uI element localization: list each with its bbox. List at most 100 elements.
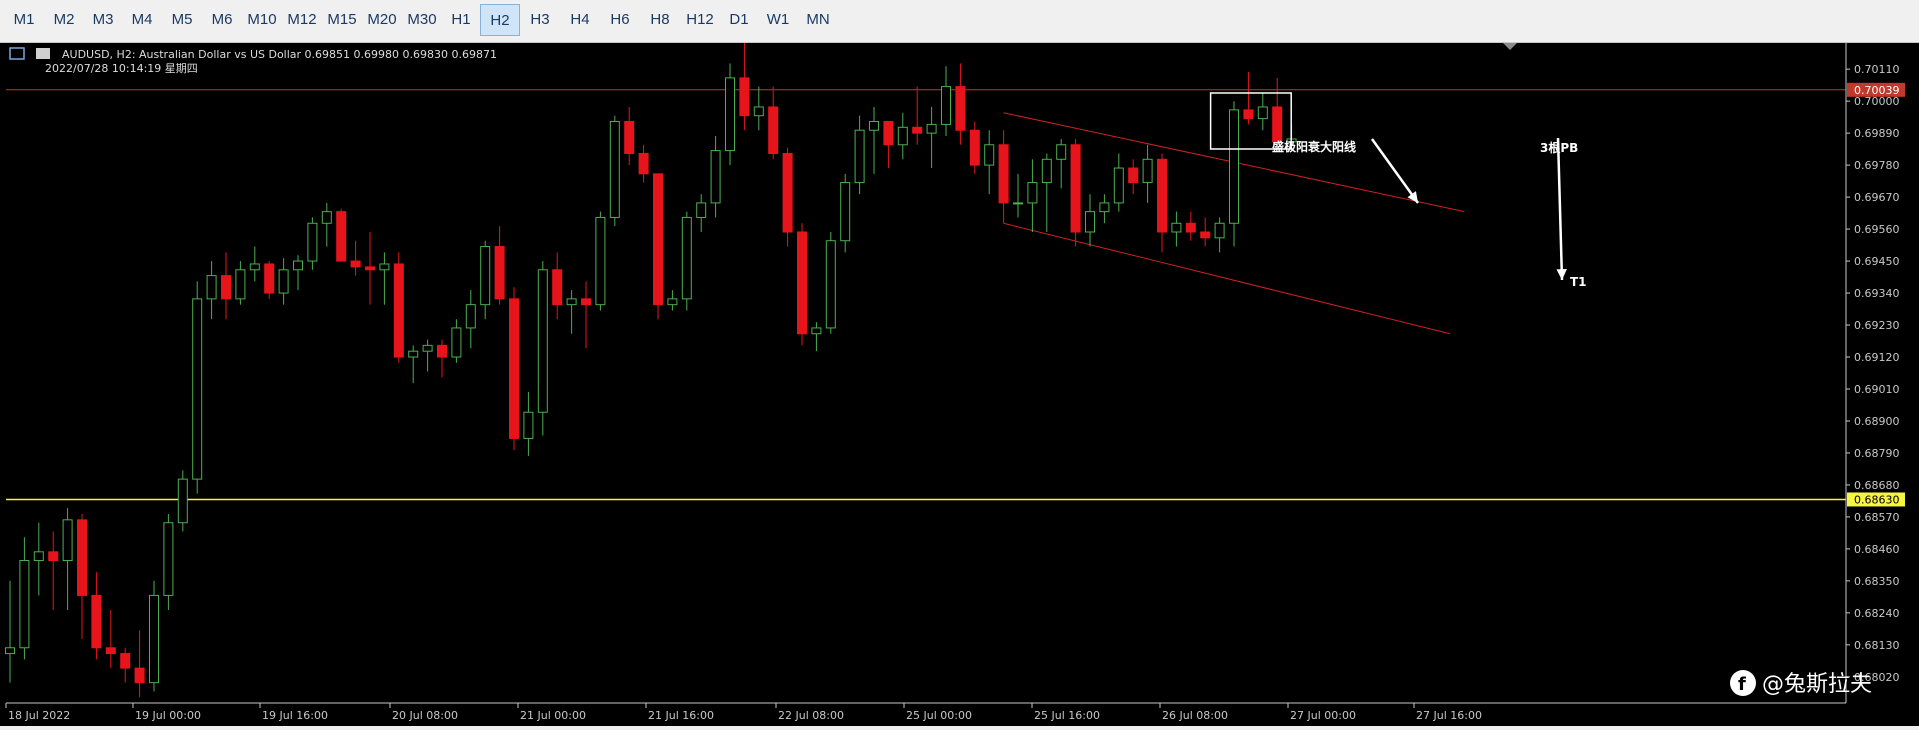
candle bbox=[307, 217, 318, 270]
candle bbox=[1070, 138, 1081, 247]
bear-candle-body bbox=[739, 77, 750, 117]
bear-candle-body bbox=[221, 275, 231, 300]
timeframe-mn[interactable]: MN bbox=[798, 4, 838, 36]
candle bbox=[595, 211, 606, 311]
candle bbox=[1013, 173, 1023, 218]
bull-candle-body bbox=[1099, 202, 1110, 213]
bear-candle-body bbox=[768, 106, 779, 154]
bull-candle-body bbox=[192, 298, 203, 480]
timeframe-d1[interactable]: D1 bbox=[720, 4, 758, 36]
timeframe-m3[interactable]: M3 bbox=[84, 4, 122, 36]
timeframe-m6[interactable]: M6 bbox=[202, 4, 242, 36]
price-tick-label: 0.68570 bbox=[1854, 511, 1900, 524]
bull-candle-body bbox=[811, 327, 822, 335]
timeframe-w1[interactable]: W1 bbox=[758, 4, 798, 36]
bull-candle-body bbox=[408, 350, 419, 358]
price-tick-label: 0.68130 bbox=[1854, 639, 1900, 652]
candle bbox=[278, 258, 289, 305]
timeframe-h3[interactable]: H3 bbox=[520, 4, 560, 36]
timeframe-h12[interactable]: H12 bbox=[680, 4, 720, 36]
price-chart[interactable]: 0.70110 0.70000 0.69890 0.69780 0.69670 0.695… bbox=[0, 43, 1919, 726]
bull-candle-body bbox=[235, 269, 246, 300]
bear-candle-body bbox=[998, 144, 1009, 204]
candle bbox=[1099, 194, 1110, 224]
bull-candle-body bbox=[1142, 158, 1153, 184]
candle bbox=[1041, 153, 1052, 232]
timeframe-h6[interactable]: H6 bbox=[600, 4, 640, 36]
time-tick-label: 26 Jul 08:00 bbox=[1162, 709, 1228, 722]
candle bbox=[494, 226, 505, 305]
bear-candle-body bbox=[120, 653, 131, 669]
bull-candle-body bbox=[1257, 106, 1268, 120]
datetime-info: 2022/07/28 10:14:19 星期四 bbox=[45, 62, 198, 75]
timeframe-m15[interactable]: M15 bbox=[322, 4, 362, 36]
bear-candle-body bbox=[955, 86, 966, 131]
timeframe-h2[interactable]: H2 bbox=[480, 4, 520, 36]
timeframe-m1[interactable]: M1 bbox=[4, 4, 44, 36]
timeframe-h8[interactable]: H8 bbox=[640, 4, 680, 36]
timeframe-m20[interactable]: M20 bbox=[362, 4, 402, 36]
price-tick-label: 0.68460 bbox=[1854, 543, 1900, 556]
timeframe-toolbar: M1 M2 M3 M4 M5 M6 M10 M12 M15 M20 M30 H1 H2 H3 H4 H6 H8 H… bbox=[0, 0, 1919, 43]
candle bbox=[897, 112, 908, 160]
bear-candle-body bbox=[552, 269, 563, 306]
bull-candle-body bbox=[422, 344, 433, 352]
bull-candle-body bbox=[941, 86, 951, 125]
time-tick-label: 19 Jul 00:00 bbox=[135, 709, 201, 722]
bull-candle-body bbox=[1027, 182, 1038, 204]
watermark: f @兔斯拉夫 bbox=[1730, 670, 1872, 697]
candle bbox=[365, 231, 375, 305]
candle bbox=[1214, 217, 1225, 253]
timeframe-m4[interactable]: M4 bbox=[122, 4, 162, 36]
price-tick-label: 0.69780 bbox=[1854, 159, 1900, 172]
candle bbox=[624, 106, 635, 166]
price-tick-label: 0.70110 bbox=[1854, 63, 1900, 76]
candle bbox=[206, 261, 217, 320]
bull-candle-body bbox=[566, 298, 577, 306]
candle bbox=[969, 121, 980, 174]
arrow-down-target[interactable] bbox=[1556, 137, 1564, 281]
timeframe-m2[interactable]: M2 bbox=[44, 4, 84, 36]
bear-candle-body bbox=[581, 298, 591, 306]
bear-candle-body bbox=[336, 211, 347, 262]
shift-marker[interactable] bbox=[1503, 43, 1517, 50]
bear-candle-body bbox=[105, 647, 116, 655]
bull-candle-body bbox=[163, 522, 174, 596]
bull-candle-body bbox=[667, 298, 678, 306]
candle bbox=[725, 63, 735, 166]
candle bbox=[293, 255, 303, 291]
timeframe-m12[interactable]: M12 bbox=[282, 4, 322, 36]
time-tick-label: 21 Jul 00:00 bbox=[520, 709, 586, 722]
timeframe-m10[interactable]: M10 bbox=[242, 4, 282, 36]
support-price-label: 0.68630 bbox=[1854, 493, 1900, 506]
candle bbox=[609, 115, 620, 227]
price-tick-label: 0.68790 bbox=[1854, 447, 1900, 460]
arrow-down-target-head bbox=[1556, 269, 1567, 280]
candle bbox=[1085, 194, 1095, 247]
candle bbox=[739, 43, 750, 131]
bull-candle-body bbox=[1113, 167, 1124, 204]
timeframe-h1[interactable]: H1 bbox=[442, 4, 480, 36]
chart-area[interactable]: 0.70110 0.70000 0.69890 0.69780 0.69670 0.695… bbox=[0, 43, 1919, 726]
bear-candle-body bbox=[653, 173, 663, 306]
bull-candle-body bbox=[1056, 144, 1067, 160]
timeframe-m5[interactable]: M5 bbox=[162, 4, 202, 36]
time-tick-label: 20 Jul 08:00 bbox=[392, 709, 458, 722]
timeframe-h4[interactable]: H4 bbox=[560, 4, 600, 36]
bull-candle-body bbox=[1085, 211, 1095, 233]
channel-lower-line[interactable] bbox=[1003, 222, 1451, 335]
bull-candle-body bbox=[869, 121, 879, 131]
bull-candle-body bbox=[681, 216, 692, 300]
candle bbox=[869, 106, 879, 174]
candle bbox=[581, 281, 591, 349]
bear-candle-body bbox=[48, 551, 59, 562]
bull-candle-body bbox=[278, 269, 289, 294]
bull-candle-body bbox=[840, 182, 851, 242]
bear-candle-body bbox=[883, 121, 894, 146]
candle bbox=[1157, 153, 1167, 253]
candle bbox=[998, 130, 1009, 224]
timeframe-m30[interactable]: M30 bbox=[402, 4, 442, 36]
bull-candle-body bbox=[149, 594, 159, 684]
candle bbox=[1185, 211, 1196, 241]
candle bbox=[249, 246, 260, 282]
